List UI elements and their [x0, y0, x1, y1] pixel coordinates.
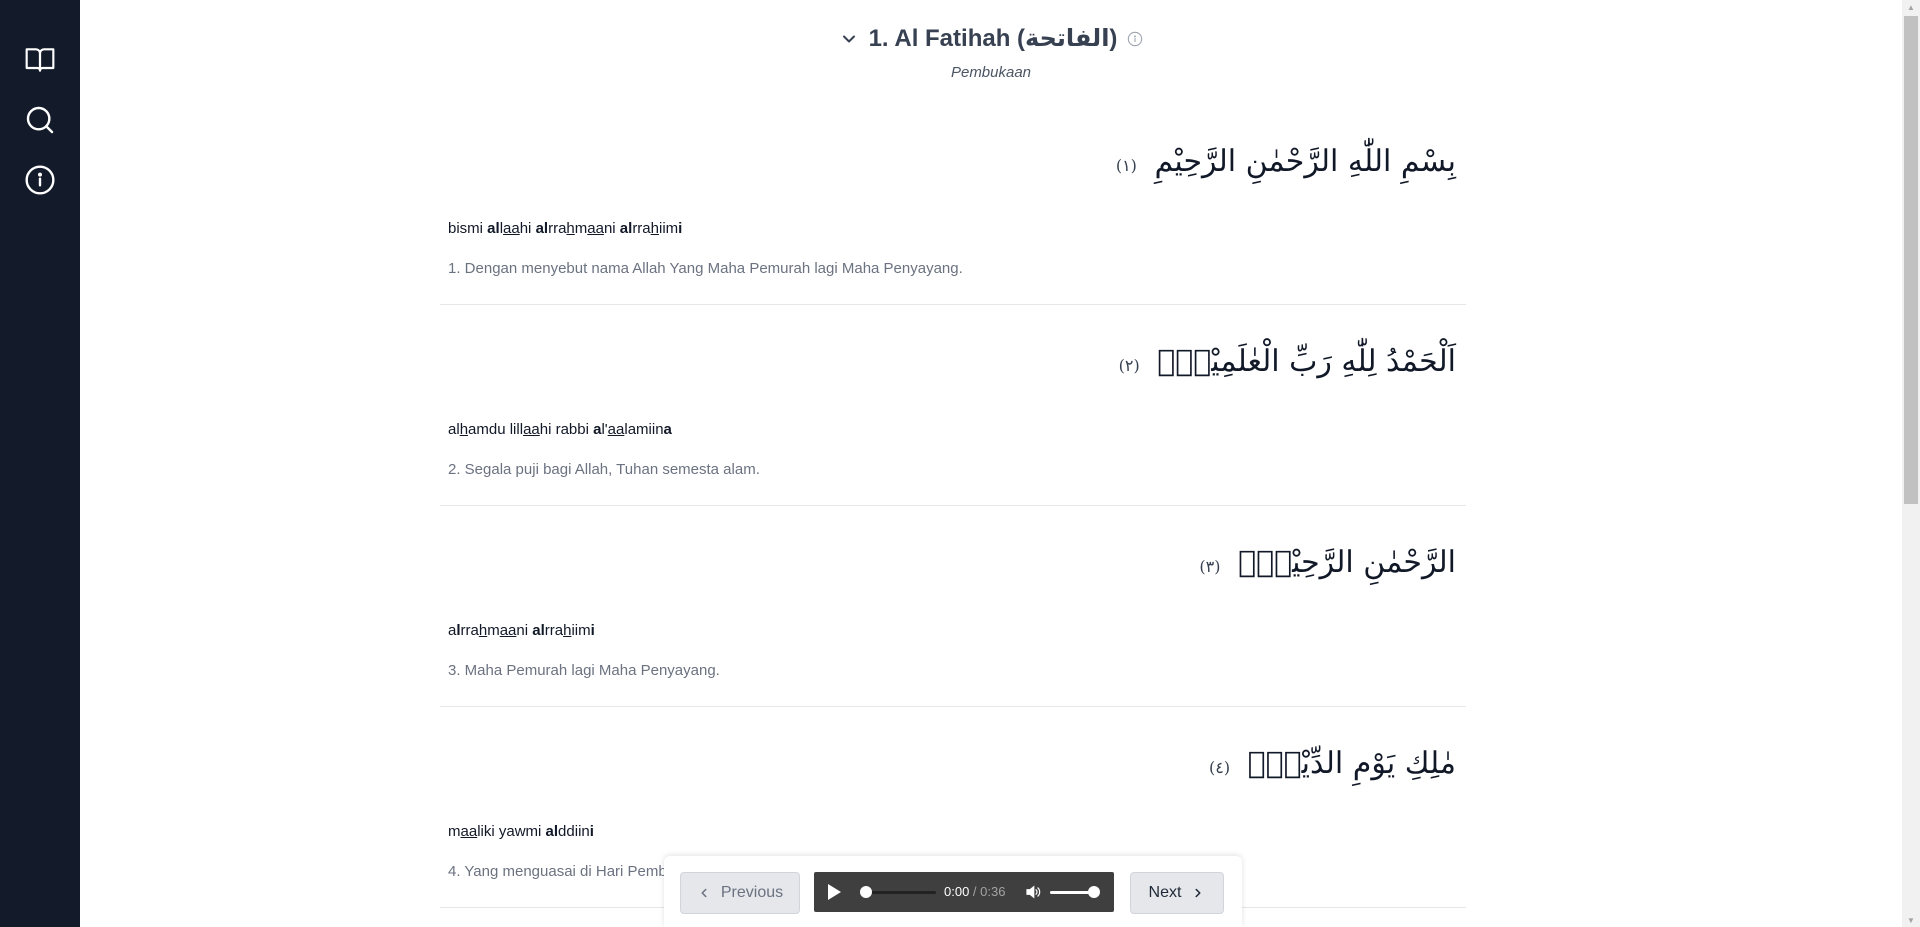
scrollbar[interactable]: ▲ ▼	[1902, 0, 1920, 927]
transliteration-segment: liki yawmi	[477, 823, 546, 840]
previous-button[interactable]: Previous	[680, 872, 800, 914]
chevron-right-icon	[1195, 888, 1201, 898]
transliteration-segment: rra	[460, 622, 479, 639]
scroll-down-arrow-icon[interactable]: ▼	[1902, 913, 1920, 927]
volume-handle[interactable]	[1088, 886, 1100, 898]
transliteration-segment: amdu lill	[468, 421, 524, 438]
transliteration-segment: rra	[544, 622, 564, 639]
chevron-left-icon	[701, 888, 707, 898]
seek-handle[interactable]	[860, 886, 872, 898]
arabic-verse: مٰلِكِ يَوْمِ الدِّيْنِۗ	[1247, 746, 1456, 781]
transliteration-segment: m	[574, 220, 588, 237]
sidebar-item-info[interactable]	[20, 160, 60, 200]
title-row: 1. Al Fatihah (الفاتحة)	[839, 24, 1144, 53]
next-label: Next	[1148, 884, 1182, 901]
transliteration-segment: h	[566, 220, 575, 237]
translation: 1. Dengan menyebut nama Allah Yang Maha …	[448, 260, 963, 277]
transliteration: maaliki yawmi alddiini	[448, 823, 594, 840]
arabic-text: الرَّحْمٰنِ الرَّحِيْمِۙ (٣)	[1199, 545, 1456, 580]
transliteration: alhamdu lillaahi rabbi al'aalamiina	[448, 421, 672, 438]
transliteration-segment: ddiin	[558, 823, 590, 840]
transliteration-segment: a	[663, 421, 672, 438]
transliteration-segment: bismi	[448, 220, 488, 237]
transliteration-segment: i	[678, 220, 683, 237]
surah-header: 1. Al Fatihah (الفاتحة) Pembukaan	[80, 24, 1902, 81]
transliteration-segment: aa	[587, 220, 604, 237]
audio-player: 0:00 / 0:36	[814, 872, 1114, 912]
translation: 2. Segala puji bagi Allah, Tuhan semesta…	[448, 461, 760, 478]
transliteration-segment: m	[487, 622, 500, 639]
arabic-verse: بِسْمِ اللّٰهِ الرَّحْمٰنِ الرَّحِيْمِ	[1154, 144, 1456, 179]
arabic-text: بِسْمِ اللّٰهِ الرَّحْمٰنِ الرَّحِيْمِ (…	[1116, 144, 1456, 179]
ayah-1: بِسْمِ اللّٰهِ الرَّحْمٰنِ الرَّحِيْمِ (…	[440, 120, 1466, 305]
transliteration-segment: rra	[632, 220, 651, 237]
transliteration: bismi allaahi alrrahmaani alrrahiimi	[448, 220, 682, 237]
play-icon[interactable]	[828, 884, 841, 900]
transliteration-segment: i	[589, 823, 594, 840]
page-subtitle: Pembukaan	[950, 63, 1032, 81]
transliteration-segment: h	[478, 622, 488, 639]
seek-bar[interactable]	[860, 886, 936, 898]
chevron-down-icon[interactable]	[839, 29, 859, 49]
app: 1. Al Fatihah (الفاتحة) Pembukaan بِسْمِ…	[0, 0, 1920, 927]
arabic-verse: اَلْحَمْدُ لِلّٰهِ رَبِّ الْعٰلَمِيْنَۙ	[1157, 344, 1456, 379]
search-icon	[26, 106, 54, 134]
transliteration-segment: al	[532, 622, 545, 639]
transliteration-segment: al	[619, 220, 633, 237]
sidebar	[0, 0, 80, 927]
scroll-up-arrow-icon[interactable]: ▲	[1902, 0, 1920, 14]
arabic-verse: الرَّحْمٰنِ الرَّحِيْمِۙ	[1238, 545, 1456, 580]
transliteration-segment: al	[448, 421, 460, 438]
transliteration-segment: i	[590, 622, 595, 639]
arabic-text: مٰلِكِ يَوْمِ الدِّيْنِۗ (٤)	[1209, 746, 1456, 781]
transliteration-segment: aa	[499, 622, 517, 639]
arabic-text: اَلْحَمْدُ لِلّٰهِ رَبِّ الْعٰلَمِيْنَۙ …	[1119, 344, 1456, 379]
player-bar: Previous 0:00 / 0:36 Next	[664, 856, 1242, 927]
time-separator: /	[969, 884, 981, 899]
ayah-2: اَلْحَمْدُ لِلّٰهِ رَبِّ الْعٰلَمِيْنَۙ …	[440, 304, 1466, 506]
transliteration-segment: hi rabbi	[539, 421, 594, 438]
transliteration-segment: aa	[460, 823, 478, 840]
verse-number: (٤)	[1209, 758, 1231, 777]
sidebar-item-surah-list[interactable]	[20, 40, 60, 80]
next-button[interactable]: Next	[1130, 872, 1224, 914]
current-time: 0:00	[944, 884, 970, 899]
transliteration-segment: aa	[503, 220, 520, 237]
transliteration: alrrahmaani alrrahiimi	[448, 622, 595, 639]
verse-number: (٢)	[1118, 356, 1140, 375]
transliteration-segment: hi	[519, 220, 536, 237]
transliteration-segment: ni	[603, 220, 620, 237]
verse-number: (٣)	[1199, 557, 1221, 576]
translation: 3. Maha Pemurah lagi Maha Penyayang.	[448, 662, 720, 679]
main-content: 1. Al Fatihah (الفاتحة) Pembukaan بِسْمِ…	[80, 0, 1902, 927]
transliteration-segment: al	[535, 220, 549, 237]
transliteration-segment: lamiin	[624, 421, 664, 438]
book-open-icon	[25, 48, 55, 72]
transliteration-segment: al	[545, 823, 559, 840]
previous-label: Previous	[720, 884, 784, 901]
ayah-3: الرَّحْمٰنِ الرَّحِيْمِۙ (٣) alrrahmaani…	[440, 505, 1466, 707]
transliteration-segment: al	[487, 220, 500, 237]
info-icon	[25, 165, 55, 195]
surah-info-icon[interactable]	[1127, 31, 1143, 47]
transliteration-segment: aa	[607, 421, 625, 438]
sidebar-item-search[interactable]	[20, 100, 60, 140]
transliteration-segment: aa	[523, 421, 540, 438]
volume-icon[interactable]	[1024, 883, 1042, 901]
transliteration-segment: m	[448, 823, 461, 840]
scroll-thumb[interactable]	[1904, 16, 1918, 504]
transliteration-segment: h	[459, 421, 469, 438]
transliteration-segment: iim	[659, 220, 679, 237]
time-display: 0:00 / 0:36	[944, 884, 1005, 899]
page-title: 1. Al Fatihah (الفاتحة)	[868, 25, 1118, 52]
verse-number: (١)	[1115, 156, 1137, 175]
transliteration-segment: iim	[571, 622, 591, 639]
transliteration-segment: h	[650, 220, 659, 237]
volume-slider[interactable]	[1050, 886, 1100, 898]
transliteration-segment: ni	[516, 622, 533, 639]
transliteration-segment: rra	[548, 220, 567, 237]
duration: 0:36	[980, 884, 1006, 899]
